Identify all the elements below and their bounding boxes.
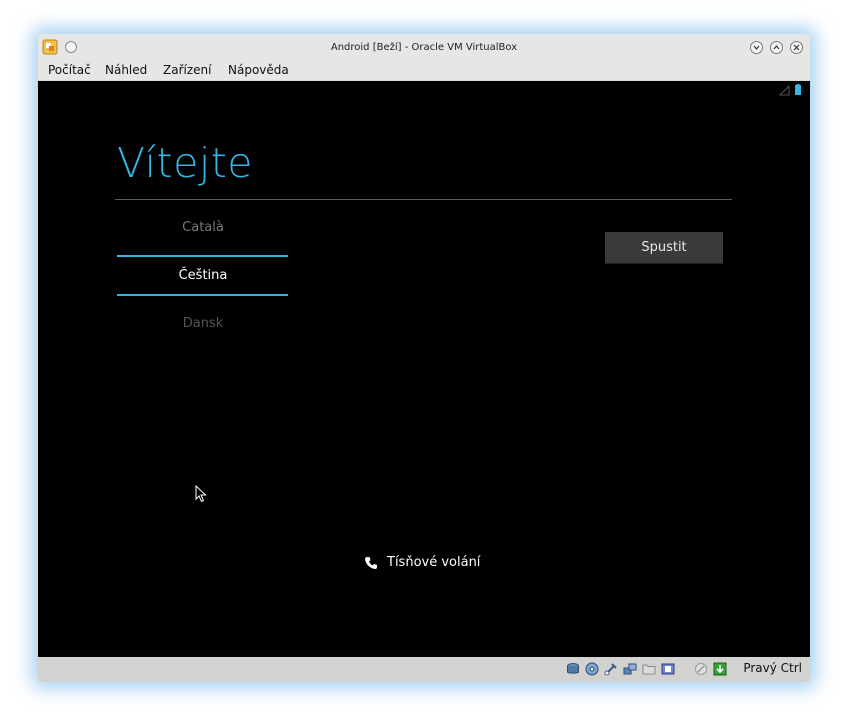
mouse-integration-icon[interactable] xyxy=(694,662,708,676)
window-title: Android [Beží] - Oracle VM VirtualBox xyxy=(330,42,518,53)
start-button[interactable]: Spustit xyxy=(605,232,723,263)
language-option-dansk[interactable]: Dansk xyxy=(118,316,288,331)
keyboard-icon[interactable] xyxy=(713,662,727,676)
selection-line-top xyxy=(117,255,288,257)
video-capture-icon[interactable] xyxy=(661,662,675,676)
signal-battery-icon xyxy=(778,84,801,96)
network-icon[interactable] xyxy=(623,662,637,676)
chevron-up-icon xyxy=(773,45,780,50)
menu-machine[interactable]: Počítač xyxy=(48,63,91,77)
divider xyxy=(115,199,732,200)
title-bar[interactable]: Android [Beží] - Oracle VM VirtualBox xyxy=(38,34,810,62)
menu-devices[interactable]: Zařízení xyxy=(163,63,211,77)
language-option-catala[interactable]: Català xyxy=(118,220,288,235)
emergency-call-label: Tísňové volání xyxy=(387,555,481,570)
maximize-button[interactable] xyxy=(770,41,783,54)
menu-view[interactable]: Náhled xyxy=(105,63,147,77)
virtualbox-window: Android [Beží] - Oracle VM VirtualBox Po… xyxy=(38,34,810,682)
menu-help[interactable]: Nápověda xyxy=(228,63,289,77)
language-option-cestina[interactable]: Čeština xyxy=(118,268,288,283)
close-button[interactable] xyxy=(790,41,803,54)
mouse-cursor-icon xyxy=(195,485,207,503)
close-icon xyxy=(793,44,800,51)
optical-drive-icon[interactable] xyxy=(585,662,599,676)
chevron-down-icon xyxy=(753,45,760,50)
emergency-call-button[interactable]: Tísňové volání xyxy=(364,555,480,570)
hard-disk-icon[interactable] xyxy=(566,662,580,676)
welcome-heading: Vítejte xyxy=(117,139,254,187)
usb-icon[interactable] xyxy=(604,662,618,676)
phone-icon xyxy=(365,556,377,569)
menu-bar: Počítač Náhled Zařízení Nápověda xyxy=(38,62,810,80)
guest-display[interactable]: Vítejte Català Čeština Dansk Spustit Tís… xyxy=(38,81,810,657)
minimize-button[interactable] xyxy=(750,41,763,54)
shared-folder-icon[interactable] xyxy=(642,662,656,676)
selection-line-bottom xyxy=(117,294,288,296)
host-key-label: Pravý Ctrl xyxy=(743,661,802,675)
status-bar: Pravý Ctrl xyxy=(38,657,810,682)
